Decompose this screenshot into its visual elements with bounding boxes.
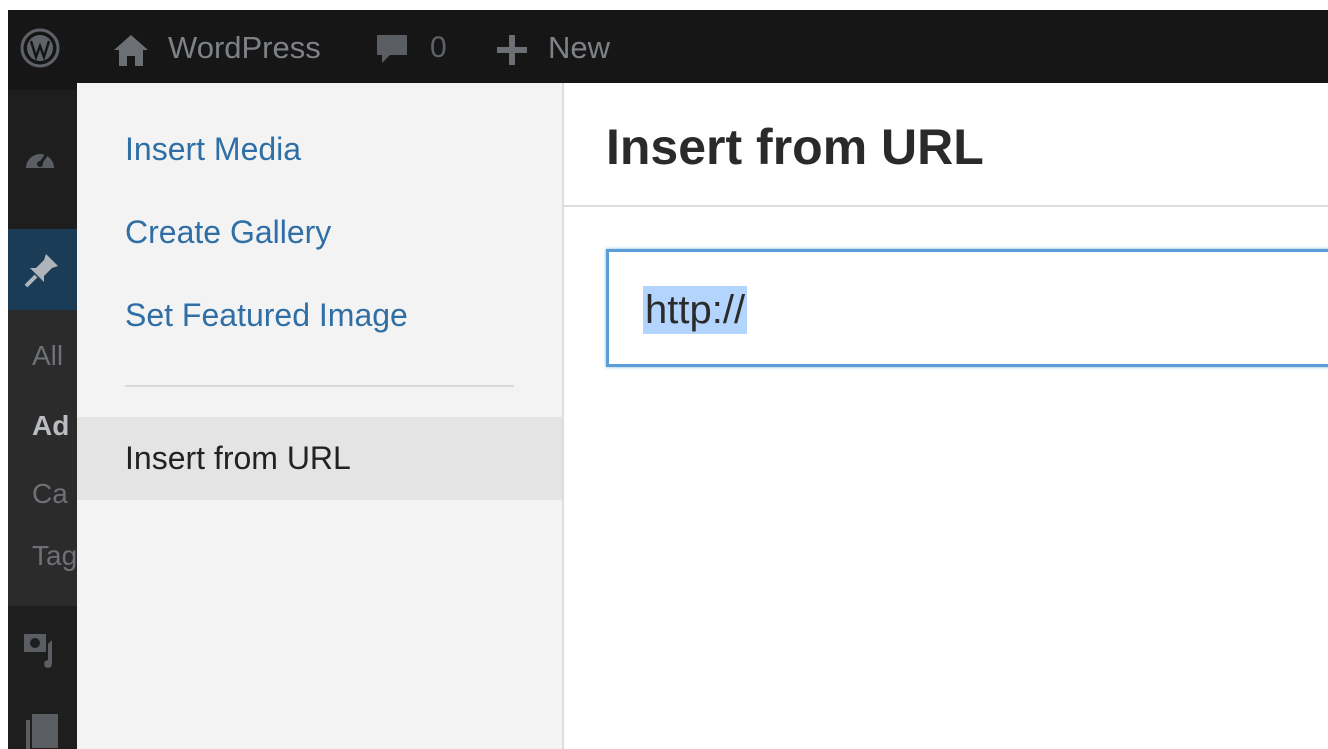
admin-menu: All Ad Ca Tag xyxy=(8,90,78,749)
menu-item-insert-media[interactable]: Insert Media xyxy=(125,129,301,169)
screen: WordPress 0 New All Ad Ca Tag Insert Med… xyxy=(0,0,1328,749)
submenu-item-tags[interactable]: Tag xyxy=(32,540,77,572)
admin-bar: WordPress 0 New xyxy=(8,10,1328,90)
dashboard-icon[interactable] xyxy=(22,142,58,174)
menu-separator xyxy=(125,385,514,387)
pages-icon[interactable] xyxy=(22,710,62,749)
menu-item-insert-from-url[interactable]: Insert from URL xyxy=(77,417,562,500)
url-input-value: http:// xyxy=(643,286,748,334)
url-input[interactable]: http:// xyxy=(606,249,1328,367)
comment-count[interactable]: 0 xyxy=(430,28,447,68)
submenu-item-categories[interactable]: Ca xyxy=(32,478,68,510)
site-name-link[interactable]: WordPress xyxy=(168,28,321,68)
page-title: Insert from URL xyxy=(606,119,984,175)
menu-item-set-featured-image[interactable]: Set Featured Image xyxy=(125,295,408,335)
comment-icon[interactable] xyxy=(374,32,410,66)
media-icon[interactable] xyxy=(22,630,62,672)
menu-item-insert-from-url-label: Insert from URL xyxy=(125,440,351,476)
frame-title-bar: Insert from URL xyxy=(564,83,1328,207)
new-content-link[interactable]: New xyxy=(548,28,610,68)
pin-icon[interactable] xyxy=(22,250,62,290)
plus-icon[interactable] xyxy=(494,32,530,68)
media-modal: Insert Media Create Gallery Set Featured… xyxy=(77,83,1328,749)
submenu-item-add[interactable]: Ad xyxy=(32,410,69,442)
home-icon[interactable] xyxy=(112,32,150,68)
submenu-item-all[interactable]: All xyxy=(32,340,63,372)
media-menu-sidebar: Insert Media Create Gallery Set Featured… xyxy=(77,83,564,749)
wordpress-logo-icon[interactable] xyxy=(20,28,60,68)
menu-item-create-gallery[interactable]: Create Gallery xyxy=(125,212,331,252)
